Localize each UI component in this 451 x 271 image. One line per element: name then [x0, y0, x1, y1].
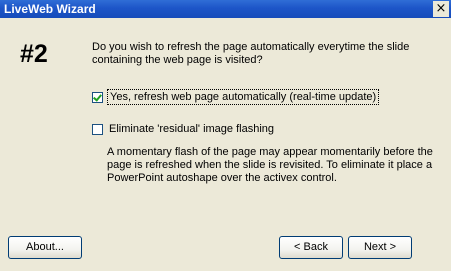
eliminate-flashing-option[interactable]: Eliminate 'residual' image flashing — [92, 122, 276, 136]
next-button[interactable]: Next > — [348, 236, 412, 259]
auto-refresh-option[interactable]: Yes, refresh web page automatically (rea… — [92, 89, 380, 105]
back-button[interactable]: < Back — [279, 236, 343, 259]
title-bar[interactable]: LiveWeb Wizard × — [0, 0, 451, 18]
step-number: #2 — [20, 40, 48, 68]
window-title: LiveWeb Wizard — [4, 2, 96, 16]
question-text: Do you wish to refresh the page automati… — [92, 41, 410, 66]
eliminate-flashing-label[interactable]: Eliminate 'residual' image flashing — [107, 122, 276, 136]
close-button[interactable]: × — [433, 1, 449, 17]
eliminate-flashing-checkbox[interactable] — [92, 123, 103, 135]
auto-refresh-checkbox[interactable] — [92, 91, 103, 103]
auto-refresh-label[interactable]: Yes, refresh web page automatically (rea… — [107, 89, 380, 105]
wizard-window: LiveWeb Wizard × #2 Do you wish to refre… — [0, 0, 451, 271]
flash-note: A momentary flash of the page may appear… — [107, 146, 433, 184]
close-icon: × — [435, 1, 447, 16]
about-button[interactable]: About... — [8, 236, 82, 259]
